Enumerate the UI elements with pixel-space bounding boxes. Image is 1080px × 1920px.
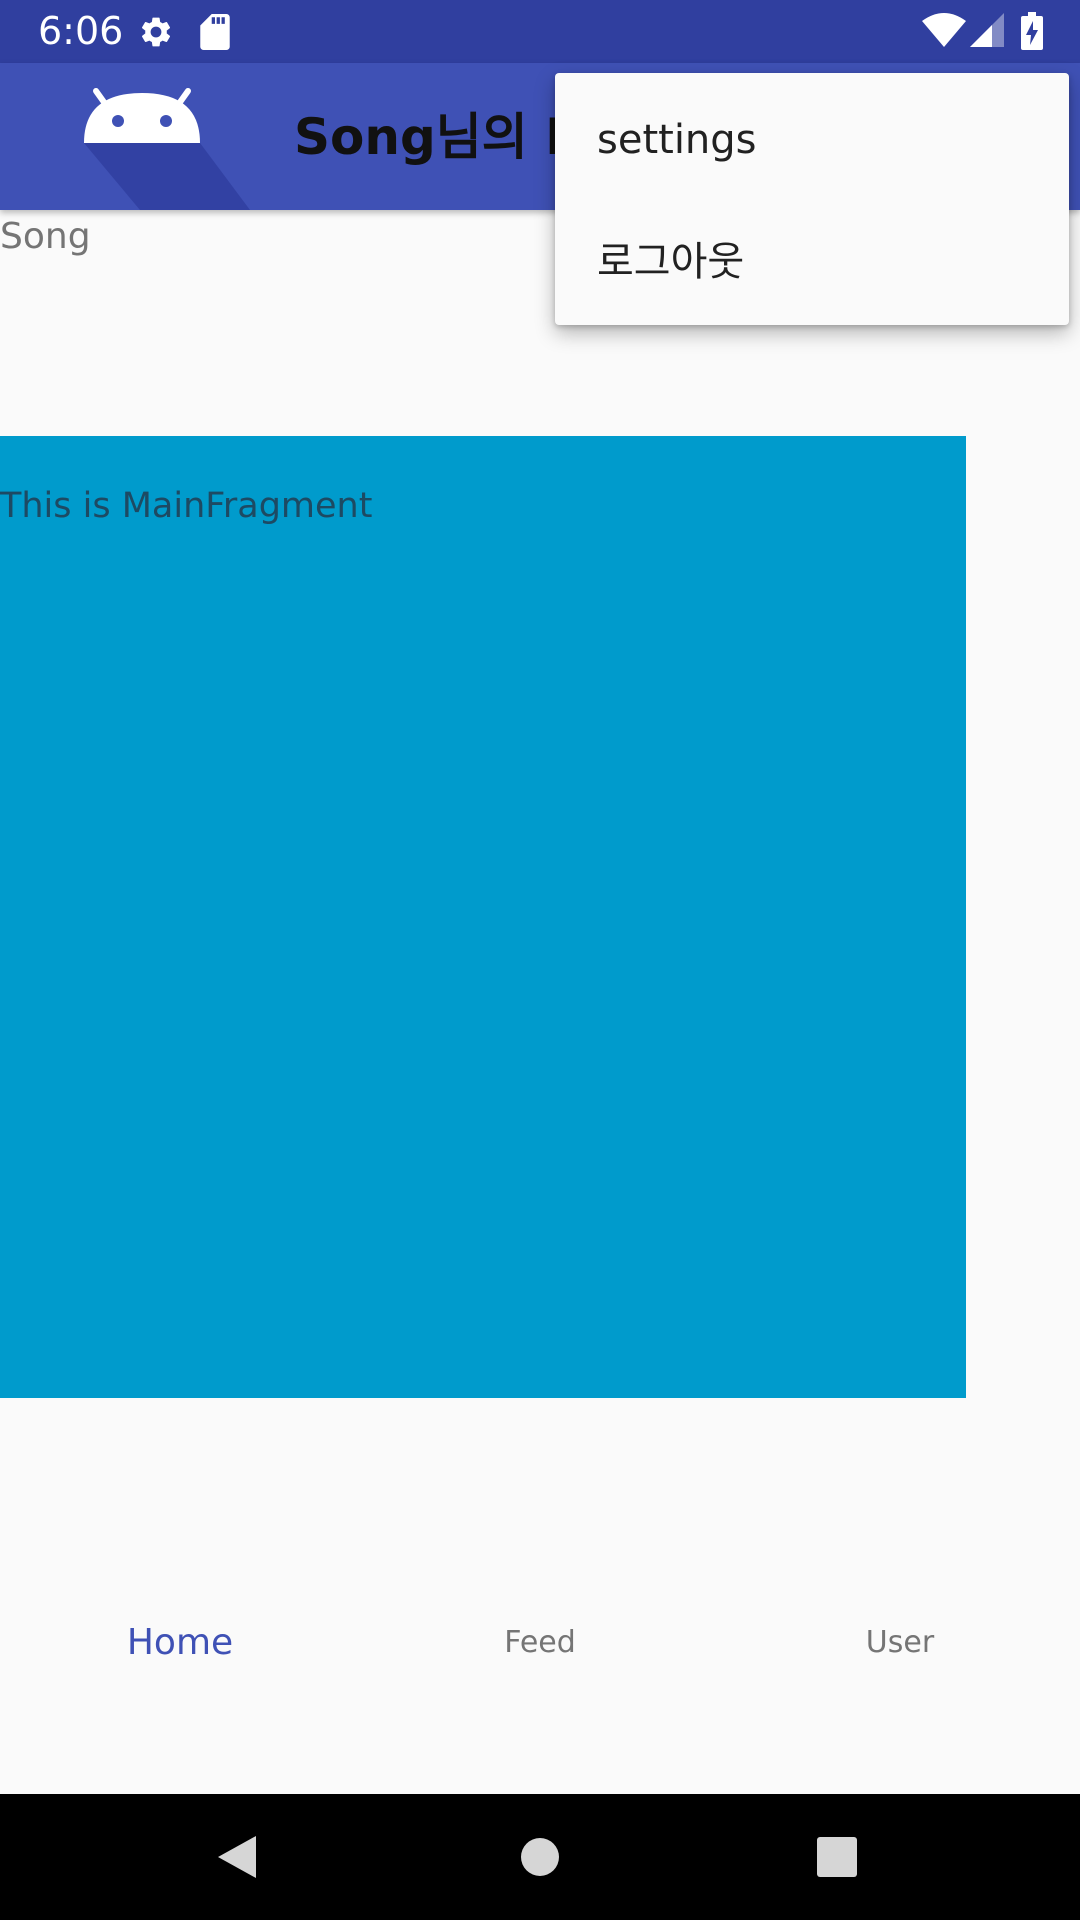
overflow-menu: settings 로그아웃 — [555, 73, 1069, 325]
back-icon[interactable] — [212, 1832, 262, 1882]
gear-icon — [138, 14, 174, 54]
main-fragment-container: This is MainFragment — [0, 436, 966, 1398]
menu-item-settings[interactable]: settings — [555, 85, 1069, 195]
recents-icon[interactable] — [812, 1832, 862, 1882]
menu-item-logout[interactable]: 로그아웃 — [555, 207, 1069, 317]
status-bar: 6:06 — [0, 0, 1080, 63]
wifi-icon — [922, 13, 966, 51]
status-time: 6:06 — [38, 9, 124, 53]
system-navigation-bar — [0, 1794, 1080, 1920]
cell-signal-icon — [970, 13, 1004, 51]
nav-user[interactable]: User — [720, 1620, 1080, 1666]
android-icon — [80, 83, 250, 210]
user-name-label: Song — [0, 216, 91, 257]
nav-home[interactable]: Home — [0, 1620, 360, 1666]
sd-card-icon — [199, 14, 231, 54]
app-title: Song님의 In — [294, 108, 600, 166]
battery-charging-icon — [1021, 12, 1043, 54]
fragment-text: This is MainFragment — [0, 486, 373, 526]
nav-feed[interactable]: Feed — [360, 1620, 720, 1666]
bottom-navigation: Home Feed User — [0, 1560, 1080, 1720]
home-circle-icon[interactable] — [515, 1832, 565, 1882]
